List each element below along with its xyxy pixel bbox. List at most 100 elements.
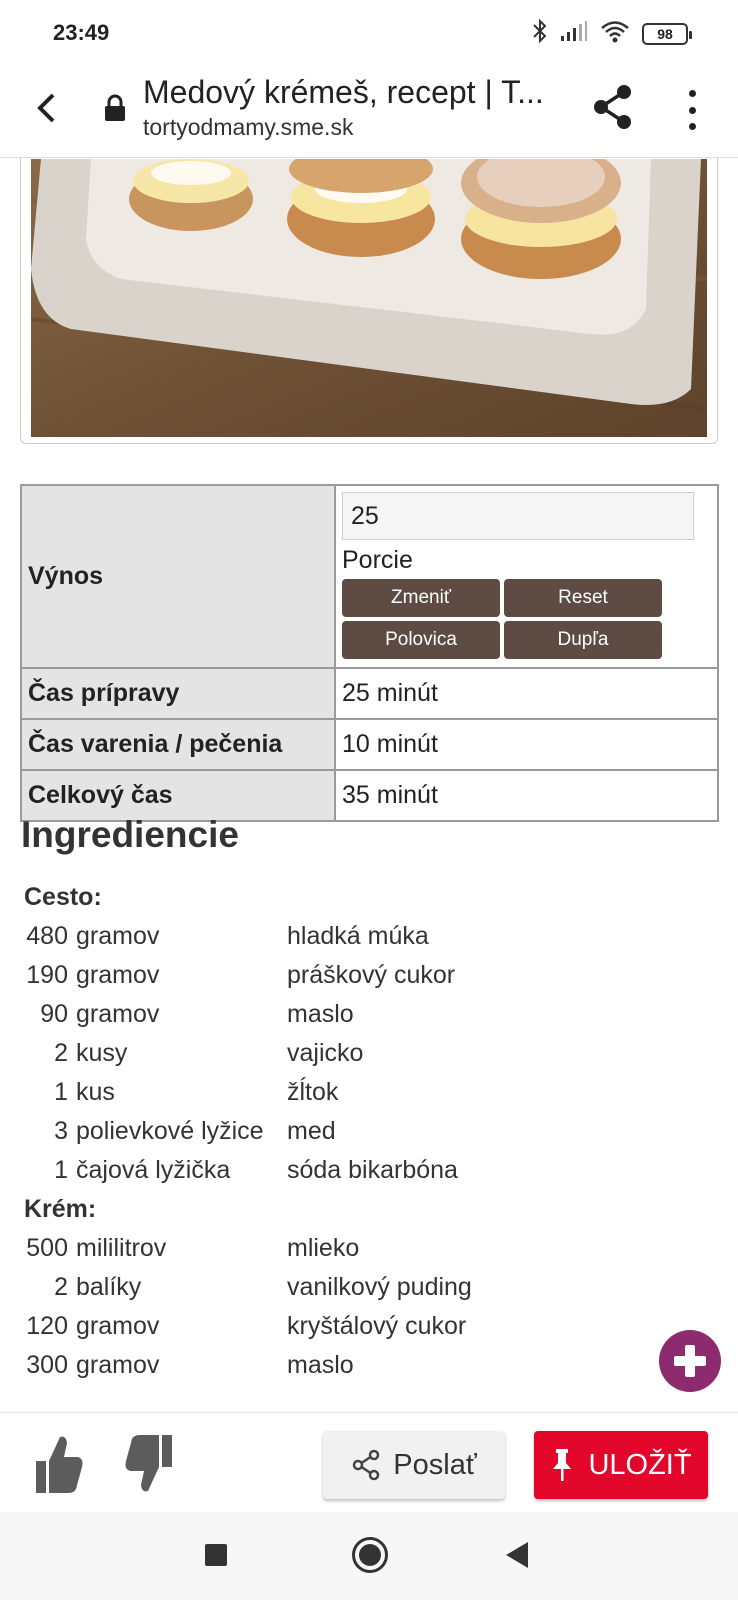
ingredient-row: 3 polievkové lyžice med xyxy=(24,1112,704,1151)
ingredient-row: 480 gramov hladká múka xyxy=(24,917,704,956)
ingredient-row: 2 kusy vajicko xyxy=(24,1034,704,1073)
recipe-photo xyxy=(31,159,707,437)
reset-button[interactable]: Reset xyxy=(504,579,662,617)
ingredient-unit: gramov xyxy=(76,1000,160,1028)
yield-cell: 25 Porcie Zmeniť Reset Polovica Dupľa xyxy=(334,484,719,669)
ingredient-unit: gramov xyxy=(76,1351,160,1379)
ingredient-unit: balíky xyxy=(76,1273,142,1301)
thumbs-up-icon xyxy=(36,1436,83,1493)
more-menu-button[interactable] xyxy=(680,86,704,134)
ingredient-name: maslo xyxy=(287,1000,354,1028)
send-button[interactable]: Poslať xyxy=(323,1431,505,1499)
ingredient-row: 2 balíky vanilkový puding xyxy=(24,1268,704,1307)
save-label: ULOŽIŤ xyxy=(588,1448,692,1481)
send-label: Poslať xyxy=(393,1448,477,1481)
prep-time-label: Čas prípravy xyxy=(20,667,336,720)
cook-time-value: 10 minút xyxy=(334,718,719,771)
ingredient-amount: 480 xyxy=(26,922,68,950)
ingredient-name: med xyxy=(287,1117,336,1145)
ingredient-amount: 2 xyxy=(54,1039,68,1067)
yield-input[interactable]: 25 xyxy=(342,492,694,540)
ingredient-name: hladká múka xyxy=(287,922,429,950)
back-button[interactable] xyxy=(28,88,64,128)
pin-icon xyxy=(553,1449,572,1481)
add-fab-button[interactable] xyxy=(659,1330,721,1392)
like-button[interactable] xyxy=(32,1433,84,1500)
ingredient-amount: 2 xyxy=(54,1273,68,1301)
plus-icon xyxy=(674,1345,706,1377)
share-icon xyxy=(353,1449,380,1481)
status-time: 23:49 xyxy=(53,20,110,45)
dislike-button[interactable] xyxy=(124,1433,176,1500)
ingredient-row: 1 čajová lyžička sóda bikarbóna xyxy=(24,1151,704,1190)
ingredient-section-heading: Cesto: xyxy=(24,883,102,911)
ingredient-amount: 300 xyxy=(26,1351,68,1379)
ingredient-name: mlieko xyxy=(287,1234,360,1262)
status-icons: 98 xyxy=(532,18,692,49)
battery-icon: 98 xyxy=(642,22,692,45)
save-button[interactable]: ULOŽIŤ xyxy=(534,1431,708,1499)
ingredient-unit: kusy xyxy=(76,1039,128,1067)
share-button[interactable] xyxy=(592,84,634,135)
ingredient-name: žĺtok xyxy=(287,1078,339,1106)
page-url[interactable]: tortyodmamy.sme.sk xyxy=(143,114,353,141)
ingredient-name: práškový cukor xyxy=(287,961,456,989)
yield-label: Výnos xyxy=(20,484,336,669)
ingredient-row: 90 gramov maslo xyxy=(24,995,704,1034)
thumbs-down-icon xyxy=(125,1435,172,1492)
ingredient-amount: 190 xyxy=(26,961,68,989)
ingredient-name: sóda bikarbóna xyxy=(287,1156,458,1184)
recent-apps-icon[interactable] xyxy=(205,1544,227,1566)
ingredient-name: vajicko xyxy=(287,1039,364,1067)
bottom-action-bar: Poslať ULOŽIŤ xyxy=(0,1412,738,1512)
yield-unit: Porcie xyxy=(342,546,413,574)
ingredient-amount: 1 xyxy=(54,1078,68,1106)
yield-buttons-row: Zmeniť Reset xyxy=(342,579,711,617)
double-button[interactable]: Dupľa xyxy=(504,621,662,659)
page-title[interactable]: Medový krémeš, recept | T... xyxy=(143,74,553,111)
wifi-icon xyxy=(600,19,630,48)
chevron-left-icon xyxy=(37,93,55,123)
ingredient-name: kryštálový cukor xyxy=(287,1312,467,1340)
recipe-photo-card xyxy=(20,158,718,444)
ingredient-unit: mililitrov xyxy=(76,1234,167,1262)
browser-toolbar: Medový krémeš, recept | T... tortyodmamy… xyxy=(0,66,738,158)
home-icon[interactable] xyxy=(352,1537,388,1573)
recipe-info-table: Výnos 25 Porcie Zmeniť Reset Polovica Du… xyxy=(20,484,719,822)
ingredient-unit: čajová lyžička xyxy=(76,1156,231,1184)
change-button[interactable]: Zmeniť xyxy=(342,579,500,617)
ingredients-list: Cesto: 480 gramov hladká múka 190 gramov prášk… xyxy=(24,878,704,1385)
status-bar: 23:49 98 xyxy=(0,0,738,66)
ingredient-row: 500 mililitrov mlieko xyxy=(24,1229,704,1268)
ingredient-section-heading: Krém: xyxy=(24,1195,97,1223)
ingredient-amount: 120 xyxy=(26,1312,68,1340)
system-nav-bar xyxy=(0,1512,738,1600)
prep-time-value: 25 minút xyxy=(334,667,719,720)
ingredient-unit: kus xyxy=(76,1078,115,1106)
ingredient-unit: polievkové lyžice xyxy=(76,1117,264,1145)
share-icon xyxy=(594,85,631,129)
ingredient-row: 190 gramov práškový cukor xyxy=(24,956,704,995)
ingredient-unit: gramov xyxy=(76,961,160,989)
bluetooth-icon xyxy=(532,18,548,49)
ingredient-amount: 3 xyxy=(54,1117,68,1145)
signal-icon xyxy=(560,20,588,47)
ingredient-name: vanilkový puding xyxy=(287,1273,472,1301)
ingredients-title: Ingrediencie xyxy=(21,814,239,855)
ingredient-unit: gramov xyxy=(76,922,160,950)
back-triangle-icon[interactable] xyxy=(506,1542,528,1568)
total-time-value: 35 minút xyxy=(334,769,719,822)
ingredient-name: maslo xyxy=(287,1351,354,1379)
ingredient-unit: gramov xyxy=(76,1312,160,1340)
ingredient-amount: 500 xyxy=(26,1234,68,1262)
half-button[interactable]: Polovica xyxy=(342,621,500,659)
yield-buttons-row: Polovica Dupľa xyxy=(342,621,711,659)
cook-time-label: Čas varenia / pečenia xyxy=(20,718,336,771)
ingredient-row: 300 gramov maslo xyxy=(24,1346,704,1385)
page-content[interactable]: Výnos 25 Porcie Zmeniť Reset Polovica Du… xyxy=(0,158,738,1412)
ingredient-row: 1 kus žĺtok xyxy=(24,1073,704,1112)
ingredient-amount: 1 xyxy=(54,1156,68,1184)
ingredient-amount: 90 xyxy=(40,1000,68,1028)
ingredient-row: 120 gramov kryštálový cukor xyxy=(24,1307,704,1346)
lock-icon xyxy=(104,94,126,127)
